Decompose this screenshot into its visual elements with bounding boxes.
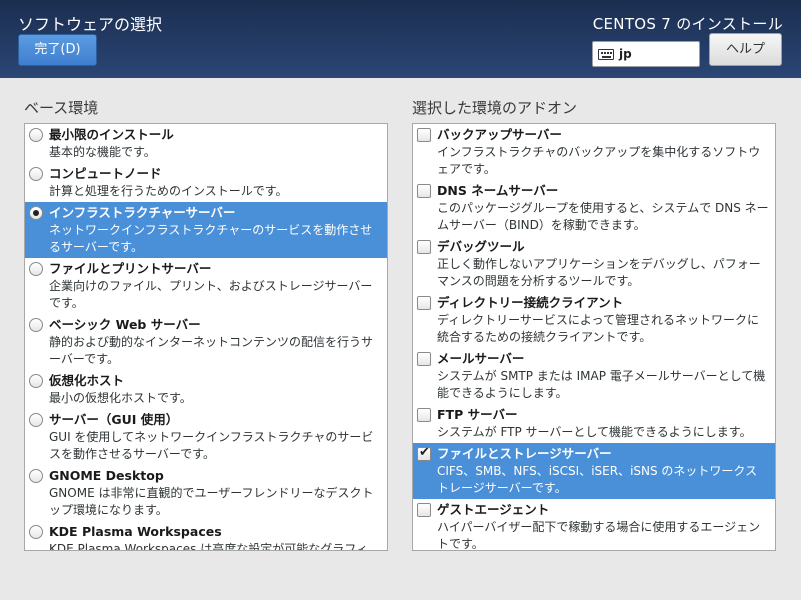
header-bar: ソフトウェアの選択 完了(D) CENTOS 7 のインストール jp ヘルプ [0,0,801,78]
item-description: ネットワークインフラストラクチャーのサービスを動作させるサーバーです。 [49,223,373,254]
item-description: GUI を使用してネットワークインフラストラクチャのサービスを動作させるサーバー… [49,430,374,461]
item-description: ディレクトリーサービスによって管理されるネットワークに統合するための接続クライア… [437,313,759,344]
addon-item-debug-tools[interactable]: デバッグツール 正しく動作しないアプリケーションをデバッグし、パフォーマンスの問… [413,236,775,292]
checkbox[interactable] [417,184,431,198]
checkbox[interactable] [417,503,431,517]
base-env-item-gnome-desktop[interactable]: GNOME Desktop GNOME は非常に直観的でユーザーフレンドリーなデ… [25,465,387,521]
base-environment-list[interactable]: 最小限のインストール 基本的な機能です。 コンピュートノード 計算と処理を行うた… [24,123,388,551]
checkbox[interactable] [417,352,431,366]
base-env-item-compute-node[interactable]: コンピュートノード 計算と処理を行うためのインストールです。 [25,163,387,202]
item-title: インフラストラクチャーサーバー [49,205,236,220]
item-description: 静的および動的なインターネットコンテンツの配信を行うサーバーです。 [49,335,374,366]
product-title: CENTOS 7 のインストール [592,15,783,33]
item-title: ゲストエージェント [437,502,550,517]
item-title: ディレクトリー接続クライアント [437,295,624,310]
radio-button-selected[interactable] [29,206,43,220]
checkbox[interactable] [417,408,431,422]
keyboard-layout-indicator[interactable]: jp [592,41,700,67]
addon-item-file-storage-server[interactable]: ファイルとストレージサーバー CIFS、SMB、NFS、iSCSI、iSER、i… [413,443,775,499]
keyboard-layout-label: jp [619,47,632,61]
item-description: GNOME は非常に直観的でユーザーフレンドリーなデスクトップ環境になります。 [49,486,374,517]
item-description: システムが SMTP または IMAP 電子メールサーバーとして機能できるように… [437,369,766,400]
item-description: 最小の仮想化ホストです。 [49,391,192,405]
item-description: KDE Plasma Workspaces は高度な設定が可能なグラフィ [49,542,368,551]
radio-button[interactable] [29,318,43,332]
base-environment-heading: ベース環境 [24,99,99,117]
item-description: このパッケージグループを使用すると、システムで DNS ネームサーバー（BIND… [437,201,769,232]
item-title: バックアップサーバー [437,127,562,142]
item-title: DNS ネームサーバー [437,183,559,198]
item-description: ハイパーバイザー配下で稼動する場合に使用するエージェントです。 [437,520,761,551]
radio-button[interactable] [29,413,43,427]
item-title: GNOME Desktop [49,468,164,483]
item-title: ファイルとプリントサーバー [49,261,212,276]
radio-button[interactable] [29,128,43,142]
item-description: インフラストラクチャのバックアップを集中化するソフトウェアです。 [437,145,761,176]
radio-button[interactable] [29,469,43,483]
addon-item-mail-server[interactable]: メールサーバー システムが SMTP または IMAP 電子メールサーバーとして… [413,348,775,404]
item-title: サーバー（GUI 使用） [49,412,179,427]
item-title: 最小限のインストール [49,127,174,142]
addons-heading: 選択した環境のアドオン [412,99,578,117]
addon-item-backup-server[interactable]: バックアップサーバー インフラストラクチャのバックアップを集中化するソフトウェア… [413,124,775,180]
base-env-item-virtualization-host[interactable]: 仮想化ホスト 最小の仮想化ホストです。 [25,370,387,409]
item-title: メールサーバー [437,351,525,366]
item-description: 基本的な機能です。 [49,145,156,159]
radio-button[interactable] [29,167,43,181]
checkbox-checked[interactable] [417,445,431,461]
item-title: ベーシック Web サーバー [49,317,201,332]
checkbox[interactable] [417,296,431,310]
addon-item-guest-agent[interactable]: ゲストエージェント ハイパーバイザー配下で稼動する場合に使用するエージェントです… [413,499,775,551]
item-title: デバッグツール [437,239,525,254]
item-title: コンピュートノード [49,166,162,181]
item-title: KDE Plasma Workspaces [49,524,222,539]
item-description: システムが FTP サーバーとして機能できるようにします。 [437,425,752,439]
addons-list[interactable]: バックアップサーバー インフラストラクチャのバックアップを集中化するソフトウェア… [412,123,776,551]
item-description: 企業向けのファイル、プリント、およびストレージサーバーです。 [49,279,373,310]
page-title: ソフトウェアの選択 [18,15,163,34]
radio-button[interactable] [29,262,43,276]
checkbox[interactable] [417,240,431,254]
item-title: ファイルとストレージサーバー [437,446,612,461]
checkbox[interactable] [417,128,431,142]
item-title: 仮想化ホスト [49,373,125,388]
radio-button[interactable] [29,525,43,539]
base-env-item-file-print-server[interactable]: ファイルとプリントサーバー 企業向けのファイル、プリント、およびストレージサーバ… [25,258,387,314]
item-description: CIFS、SMB、NFS、iSCSI、iSER、iSNS のネットワークストレー… [437,464,758,495]
base-env-item-infrastructure-server[interactable]: インフラストラクチャーサーバー ネットワークインフラストラクチャーのサービスを動… [25,202,387,258]
help-button[interactable]: ヘルプ [709,33,782,66]
addon-item-dns-server[interactable]: DNS ネームサーバー このパッケージグループを使用すると、システムで DNS … [413,180,775,236]
base-env-item-basic-web-server[interactable]: ベーシック Web サーバー 静的および動的なインターネットコンテンツの配信を行… [25,314,387,370]
item-description: 計算と処理を行うためのインストールです。 [49,184,288,198]
addon-item-ftp-server[interactable]: FTP サーバー システムが FTP サーバーとして機能できるようにします。 [413,404,775,443]
done-button[interactable]: 完了(D) [18,34,97,66]
base-env-item-minimal[interactable]: 最小限のインストール 基本的な機能です。 [25,124,387,163]
item-description: 正しく動作しないアプリケーションをデバッグし、パフォーマンスの問題を分析するツー… [437,257,761,288]
base-env-item-kde-plasma[interactable]: KDE Plasma Workspaces KDE Plasma Workspa… [25,521,387,551]
base-env-item-server-with-gui[interactable]: サーバー（GUI 使用） GUI を使用してネットワークインフラストラクチャのサ… [25,409,387,465]
item-title: FTP サーバー [437,407,518,422]
radio-button[interactable] [29,374,43,388]
keyboard-icon [598,48,614,60]
addon-item-directory-client[interactable]: ディレクトリー接続クライアント ディレクトリーサービスによって管理されるネットワ… [413,292,775,348]
